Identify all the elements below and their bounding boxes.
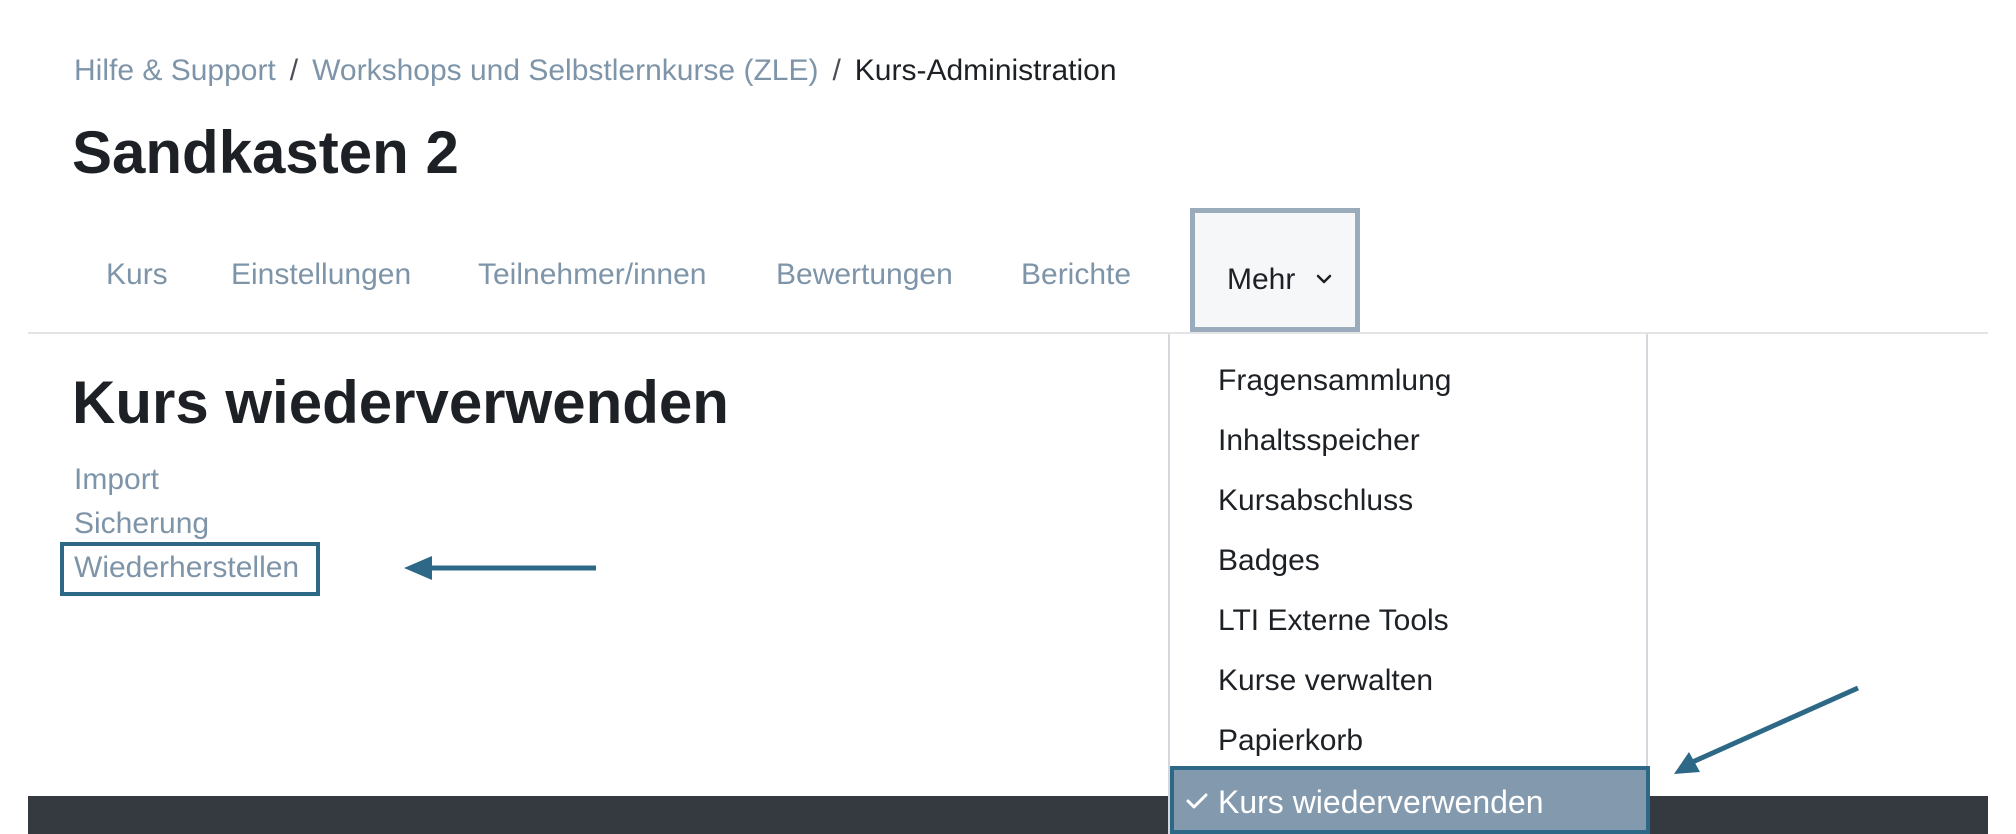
menu-item-inhaltsspeicher[interactable]: Inhaltsspeicher: [1218, 424, 1420, 458]
tab-kurs[interactable]: Kurs: [106, 258, 168, 292]
menu-item-kursabschluss[interactable]: Kursabschluss: [1218, 484, 1413, 518]
tab-berichte[interactable]: Berichte: [1021, 258, 1131, 292]
import-link[interactable]: Import: [74, 458, 299, 502]
tab-bewertungen[interactable]: Bewertungen: [776, 258, 953, 292]
chevron-down-icon: [1316, 274, 1332, 284]
menu-item-kurse-verwalten[interactable]: Kurse verwalten: [1218, 664, 1433, 698]
menu-item-papierkorb[interactable]: Papierkorb: [1218, 724, 1363, 758]
menu-item-selected-label: Kurs wiederverwenden: [1218, 784, 1544, 820]
tab-einstellungen[interactable]: Einstellungen: [231, 258, 411, 292]
menu-item-fragensammlung[interactable]: Fragensammlung: [1218, 364, 1451, 398]
mehr-dropdown-menu: Fragensammlung Inhaltsspeicher Kursabsch…: [1168, 334, 1650, 834]
sicherung-link[interactable]: Sicherung: [74, 502, 299, 546]
menu-item-badges[interactable]: Badges: [1218, 544, 1320, 578]
check-icon: [1186, 793, 1208, 809]
nav-divider: [28, 332, 1988, 334]
menu-item-kurs-wiederverwenden[interactable]: Kurs wiederverwenden: [1170, 766, 1650, 834]
course-nav: Kurs Einstellungen Teilnehmer/innen Bewe…: [28, 0, 1988, 334]
annotation-arrow-left-icon: [404, 556, 596, 580]
menu-item-lti-externe-tools[interactable]: LTI Externe Tools: [1218, 604, 1449, 638]
section-title: Kurs wiederverwenden: [72, 369, 729, 436]
footer-bar: [28, 796, 1988, 834]
annotation-highlight-box: [60, 542, 320, 596]
tab-mehr[interactable]: Mehr: [1190, 208, 1360, 332]
annotation-arrow-diagonal-icon: [1674, 685, 1860, 774]
tab-mehr-label: Mehr: [1227, 263, 1296, 296]
tab-teilnehmer[interactable]: Teilnehmer/innen: [478, 258, 706, 292]
